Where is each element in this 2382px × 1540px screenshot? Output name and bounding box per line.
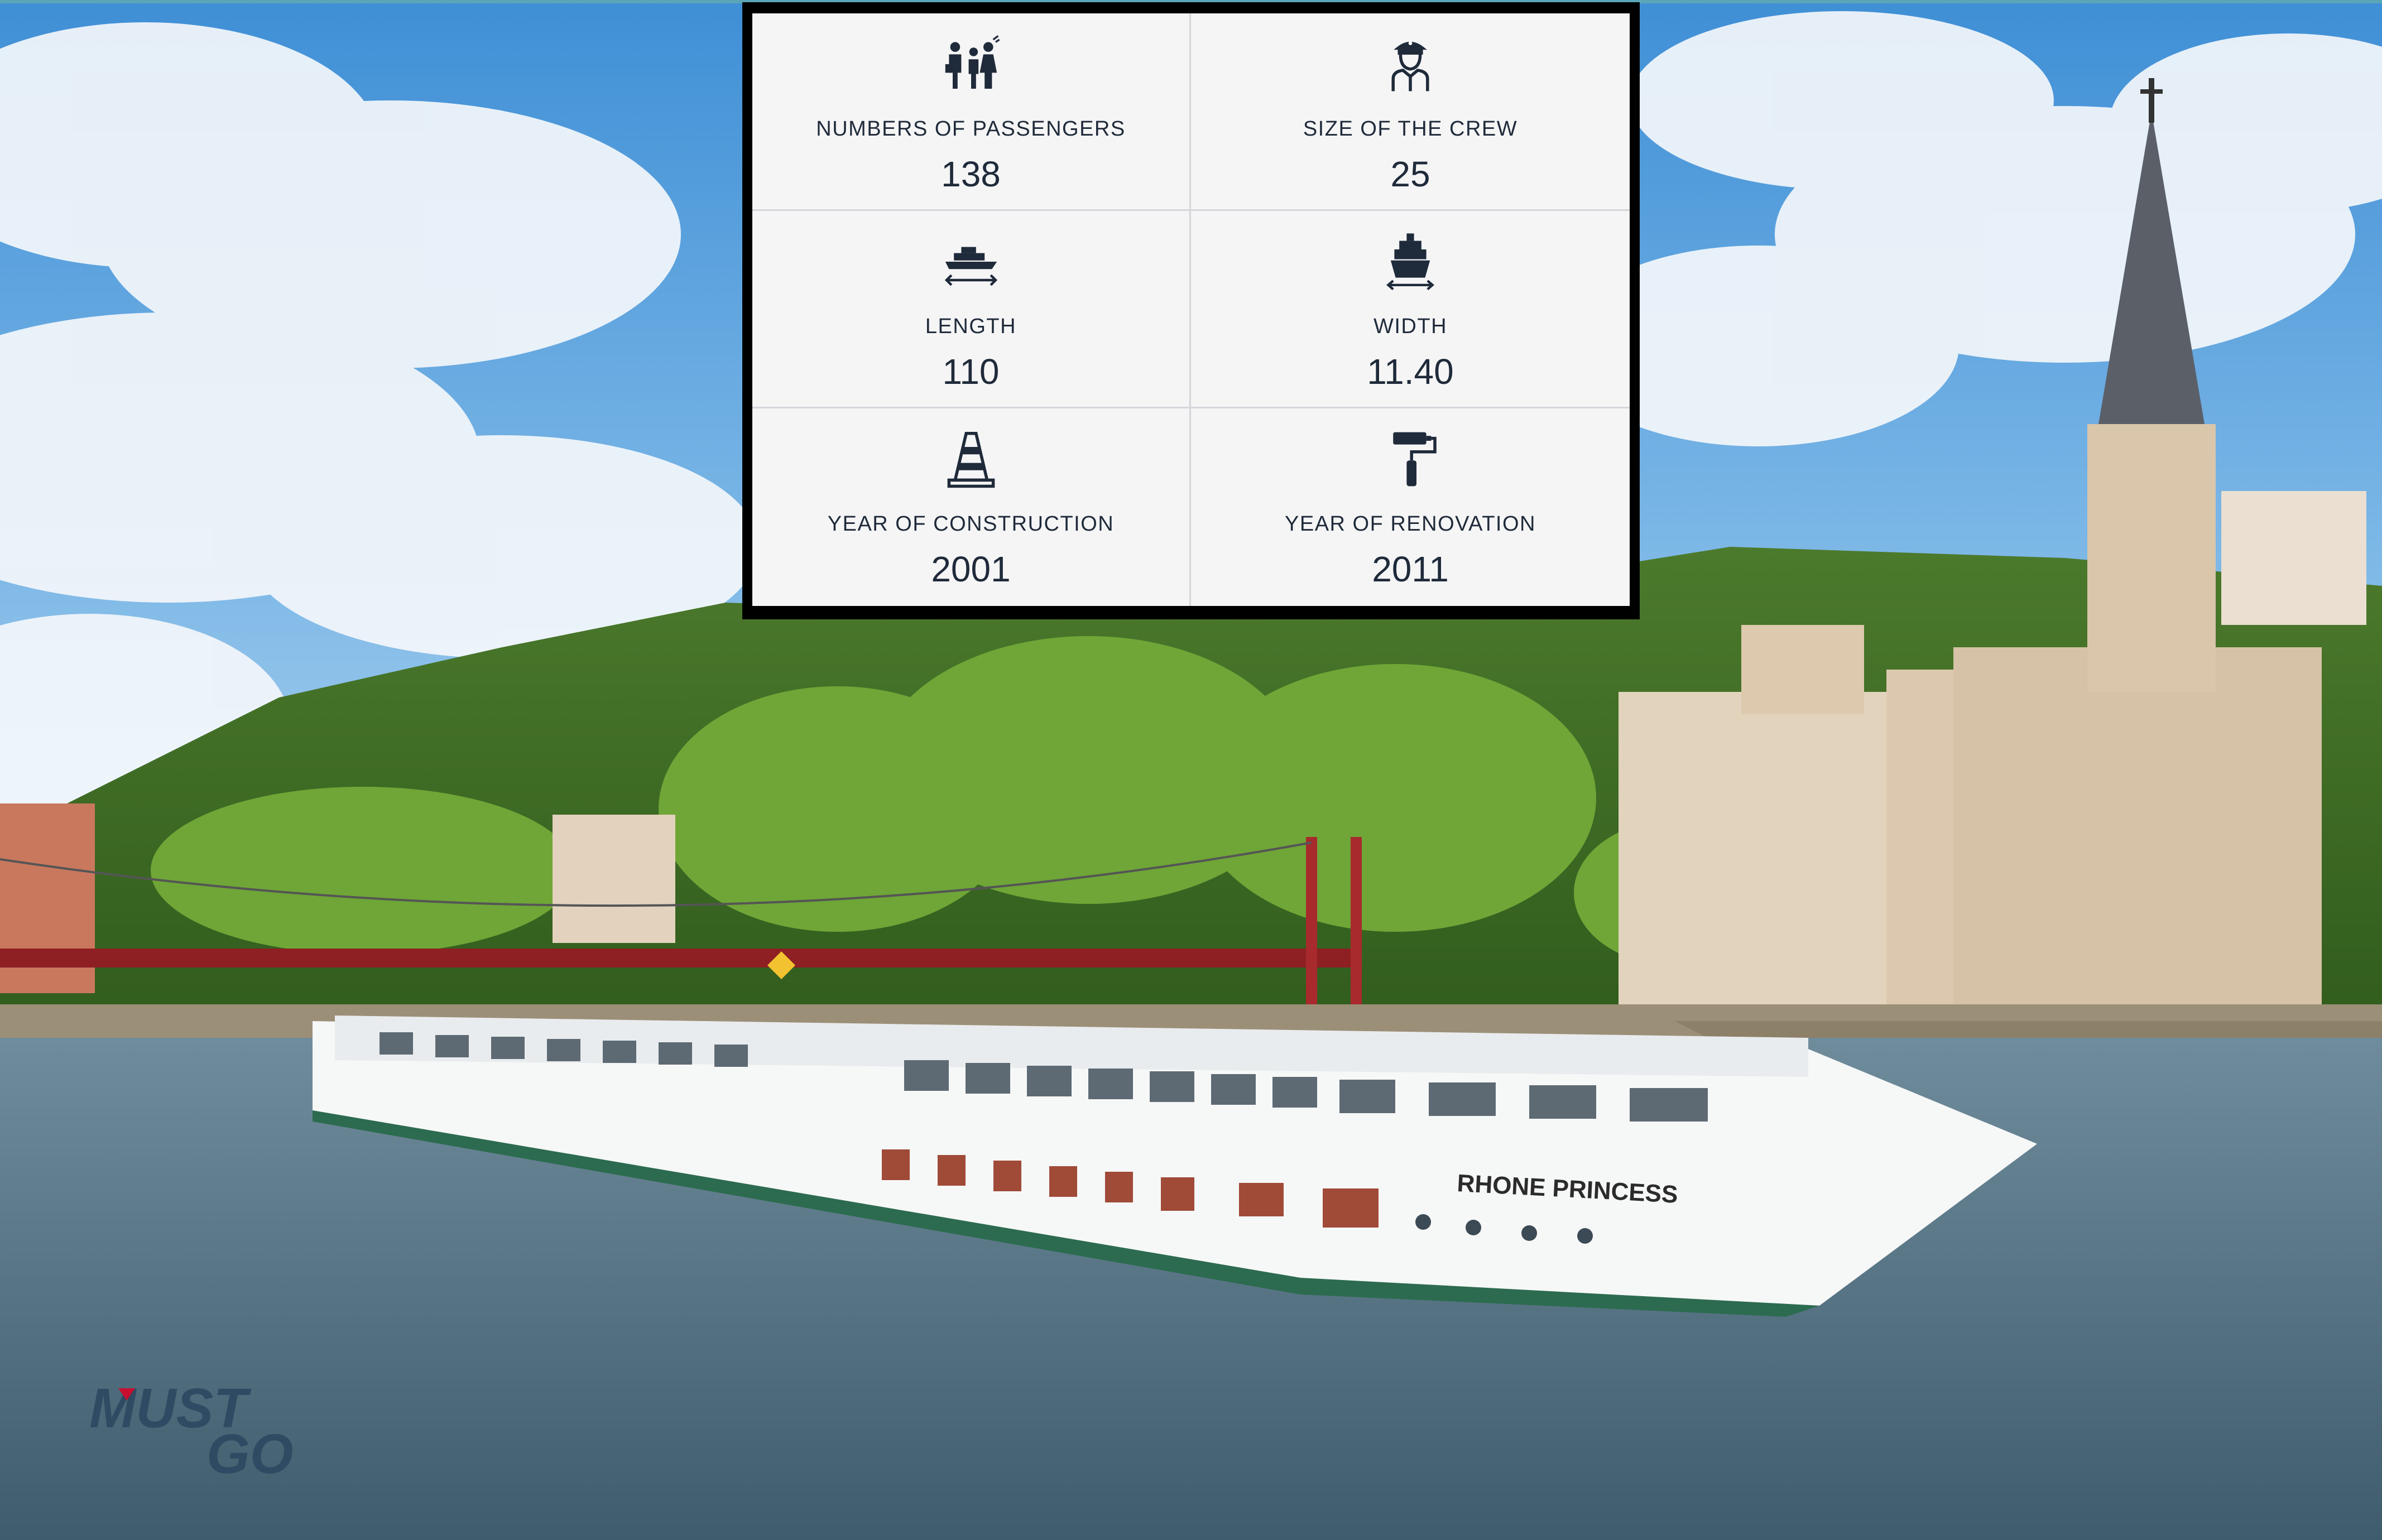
- spec-label: NUMBERS OF PASSENGERS: [816, 117, 1126, 141]
- mustgo-logo: MUST GO: [89, 1378, 294, 1479]
- logo-line2: GO: [206, 1423, 294, 1479]
- spec-construction: YEAR OF CONSTRUCTION 2001: [752, 408, 1191, 606]
- spec-value: 110: [942, 352, 1000, 392]
- spec-value: 2001: [931, 549, 1011, 589]
- ship-specs-grid: NUMBERS OF PASSENGERS 138 SIZE OF THE CR…: [752, 13, 1630, 606]
- spec-renovation: YEAR OF RENOVATION 2011: [1191, 408, 1630, 606]
- paint-roller-icon: [1393, 432, 1437, 487]
- spec-length: LENGTH 110: [752, 211, 1191, 408]
- length-icon: [944, 247, 997, 286]
- spec-label: WIDTH: [1373, 315, 1448, 338]
- spec-value: 2011: [1372, 549, 1449, 589]
- spec-crew: SIZE OF THE CREW 25: [1191, 13, 1630, 211]
- passengers-icon: [945, 35, 1000, 89]
- spec-value: 11.40: [1367, 352, 1454, 392]
- crew-icon: [1391, 41, 1429, 92]
- spec-label: SIZE OF THE CREW: [1303, 117, 1518, 141]
- ship-specs-panel: NUMBERS OF PASSENGERS 138 SIZE OF THE CR…: [742, 2, 1640, 619]
- ship-name-text: RHONE PRINCESS: [1456, 1170, 1678, 1205]
- spec-width: WIDTH 11.40: [1191, 211, 1630, 408]
- construction-cone-icon: [947, 432, 995, 488]
- spec-passengers: NUMBERS OF PASSENGERS 138: [752, 13, 1191, 211]
- width-icon: [1386, 233, 1434, 291]
- ship-name: RHONE PRINCESS: [1456, 1170, 1678, 1205]
- spec-label: YEAR OF RENOVATION: [1285, 512, 1536, 536]
- spec-value: 25: [1390, 154, 1430, 194]
- spec-label: LENGTH: [925, 315, 1017, 338]
- spec-label: YEAR OF CONSTRUCTION: [827, 512, 1115, 536]
- spec-value: 138: [941, 154, 1001, 194]
